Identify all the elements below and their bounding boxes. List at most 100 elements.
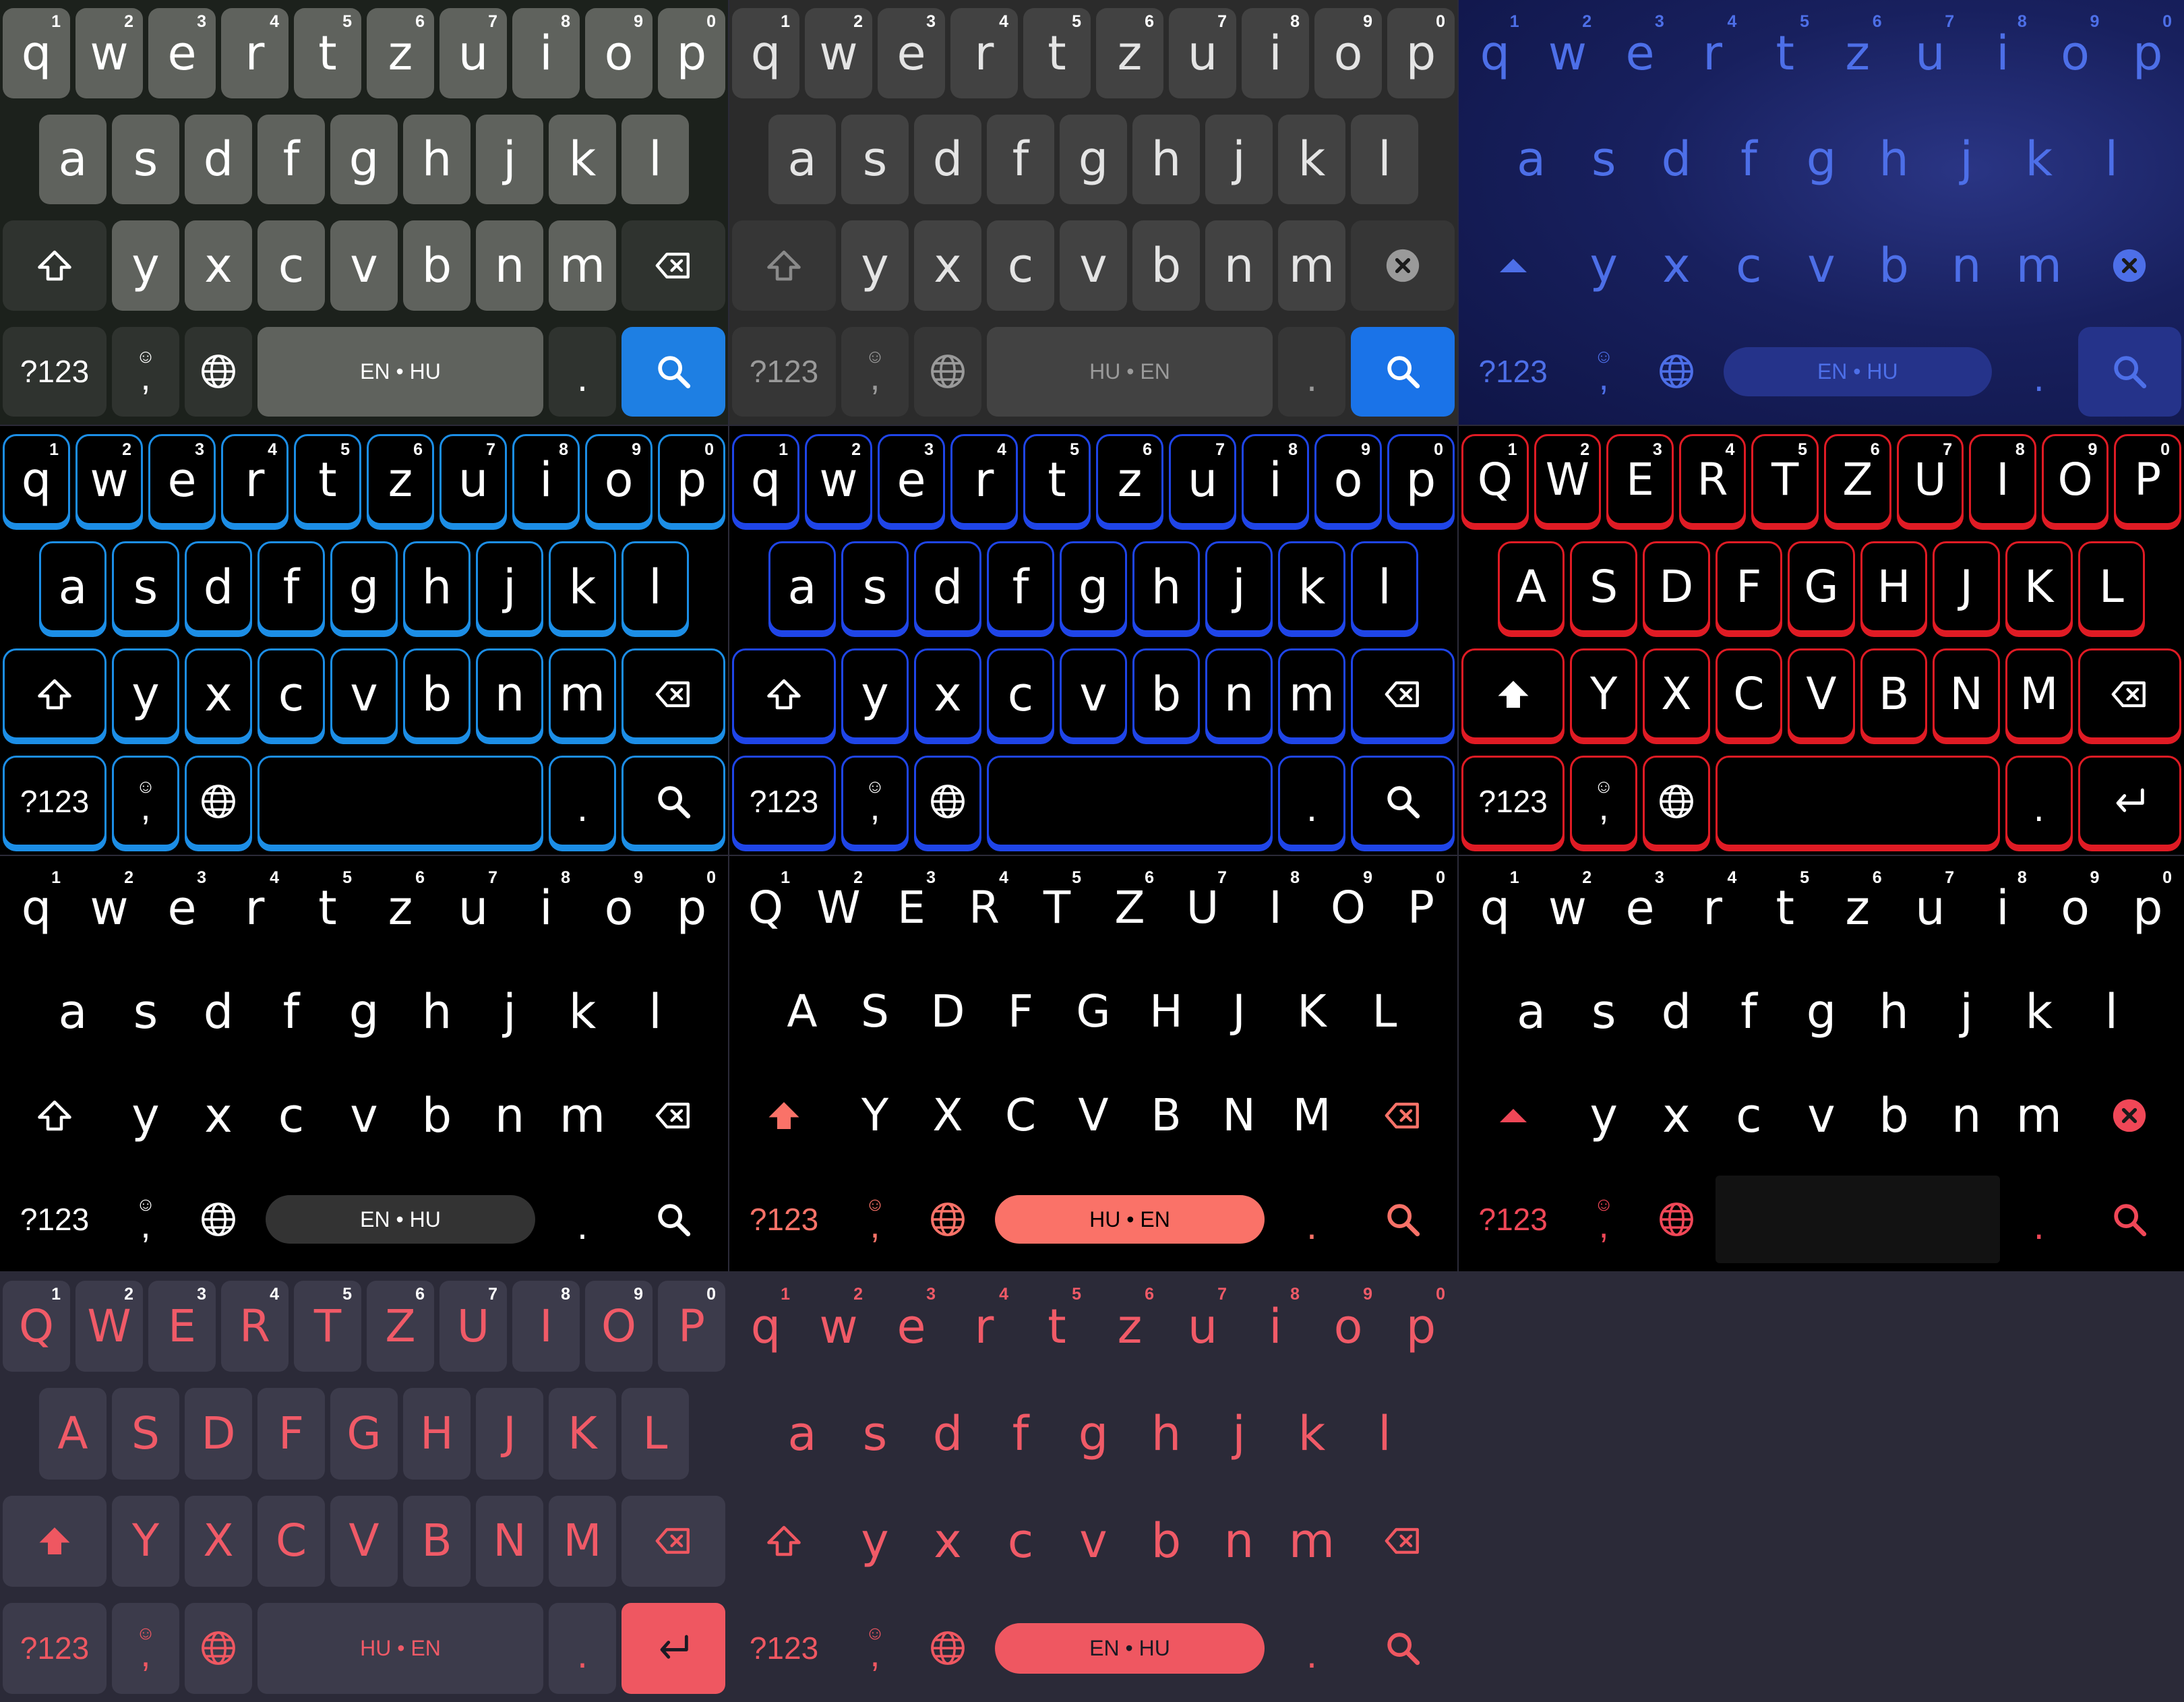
key-a[interactable]: A [39,1388,107,1480]
key-c[interactable]: c [257,1072,325,1159]
key-x[interactable]: x [185,1072,252,1159]
backspace-key[interactable] [1351,1072,1455,1159]
symbols-key[interactable]: ?123 [732,1176,836,1263]
key-c[interactable]: c [1716,220,1783,311]
key-i[interactable]: i8 [1242,8,1309,98]
key-a[interactable]: A [1497,541,1565,632]
key-v[interactable]: v [330,1072,398,1159]
period-key[interactable]: . [1278,1176,1345,1263]
key-l[interactable]: L [621,1388,689,1480]
key-w[interactable]: w2 [1534,864,1602,952]
key-m[interactable]: m [549,648,616,739]
key-v[interactable]: V [330,1495,398,1587]
key-w[interactable]: w2 [805,8,872,98]
emoji-comma-key[interactable]: ☺, [112,756,179,847]
search-key[interactable] [1351,756,1455,847]
key-v[interactable]: v [330,220,398,311]
key-t[interactable]: T5 [1023,864,1091,952]
key-g[interactable]: g [1060,541,1127,632]
key-q[interactable]: q1 [1461,8,1529,98]
key-g[interactable]: g [1788,968,1855,1056]
key-i[interactable]: I8 [1969,434,2036,525]
key-x[interactable]: x [1643,1072,1710,1159]
key-h[interactable]: h [403,114,471,204]
shift-key[interactable] [732,648,836,739]
key-x[interactable]: x [914,220,981,311]
key-d[interactable]: d [914,1388,981,1479]
backspace-key[interactable] [1351,220,1455,311]
backspace-key[interactable] [621,220,725,311]
key-w[interactable]: W2 [805,864,872,952]
key-u[interactable]: u7 [1169,1281,1236,1372]
language-key[interactable] [914,1603,981,1694]
key-c[interactable]: c [987,648,1054,739]
key-l[interactable]: l [621,541,689,632]
search-key[interactable] [621,326,725,417]
key-q[interactable]: Q1 [1461,434,1529,525]
key-s[interactable]: s [1570,968,1637,1056]
key-c[interactable]: c [1716,1072,1783,1159]
key-n[interactable]: n [476,1072,543,1159]
symbols-key[interactable]: ?123 [3,1176,107,1263]
key-l[interactable]: l [1351,114,1418,204]
key-l[interactable]: L [2077,541,2146,632]
backspace-key[interactable] [621,1495,725,1587]
key-v[interactable]: v [330,648,398,739]
key-d[interactable]: d [914,541,981,632]
language-key[interactable] [185,1602,252,1694]
key-s[interactable]: s [112,541,179,632]
key-b[interactable]: b [1860,220,1928,311]
key-c[interactable]: c [257,648,325,739]
key-y[interactable]: y [841,1496,909,1587]
key-i[interactable]: i8 [512,434,580,525]
key-k[interactable]: k [1278,1388,1345,1479]
key-y[interactable]: y [112,648,179,739]
key-z[interactable]: z6 [1096,434,1163,525]
symbols-key[interactable]: ?123 [3,326,107,417]
emoji-comma-key[interactable]: ☺, [841,1603,909,1694]
key-h[interactable]: h [1132,114,1200,204]
key-f[interactable]: f [987,114,1054,204]
key-p[interactable]: p0 [1387,434,1455,525]
emoji-comma-key[interactable]: ☺, [841,326,909,417]
key-t[interactable]: T5 [294,1281,361,1372]
period-key[interactable]: . [549,756,616,847]
key-o[interactable]: O9 [1314,864,1382,952]
key-n[interactable]: n [1205,220,1273,311]
search-key[interactable] [621,1176,725,1263]
key-i[interactable]: i8 [1242,434,1309,525]
backspace-key[interactable] [2077,648,2181,739]
key-a[interactable]: a [768,1388,836,1479]
key-w[interactable]: w2 [75,434,143,525]
period-key[interactable]: . [549,1176,616,1263]
space-bar[interactable]: HU • EN [995,1195,1265,1244]
key-q[interactable]: q1 [732,1281,799,1372]
key-j[interactable]: J [1205,968,1273,1056]
key-d[interactable]: d [1643,115,1710,205]
key-y[interactable]: y [841,648,909,739]
search-key[interactable] [621,756,725,847]
key-f[interactable]: f [257,114,325,204]
key-n[interactable]: n [476,648,543,739]
key-j[interactable]: j [476,114,543,204]
key-y[interactable]: Y [112,1495,179,1587]
key-a[interactable]: a [39,541,107,632]
key-u[interactable]: U7 [1169,864,1236,952]
emoji-comma-key[interactable]: ☺, [112,1176,179,1263]
key-s[interactable]: s [1570,115,1637,205]
key-h[interactable]: h [1860,968,1928,1056]
enter-key[interactable] [2077,756,2181,847]
key-y[interactable]: y [1570,1072,1637,1159]
key-x[interactable]: x [1643,220,1710,311]
key-i[interactable]: i8 [512,8,580,98]
key-r[interactable]: r4 [950,8,1018,98]
key-i[interactable]: i8 [512,864,580,952]
key-j[interactable]: J [1933,541,2000,632]
key-o[interactable]: o9 [1314,434,1382,525]
key-b[interactable]: b [1860,1072,1928,1159]
key-z[interactable]: z6 [1096,8,1163,98]
key-e[interactable]: e3 [148,8,216,98]
shift-key[interactable] [732,1072,836,1159]
key-h[interactable]: H [1132,968,1200,1056]
key-v[interactable]: V [1060,1072,1127,1159]
